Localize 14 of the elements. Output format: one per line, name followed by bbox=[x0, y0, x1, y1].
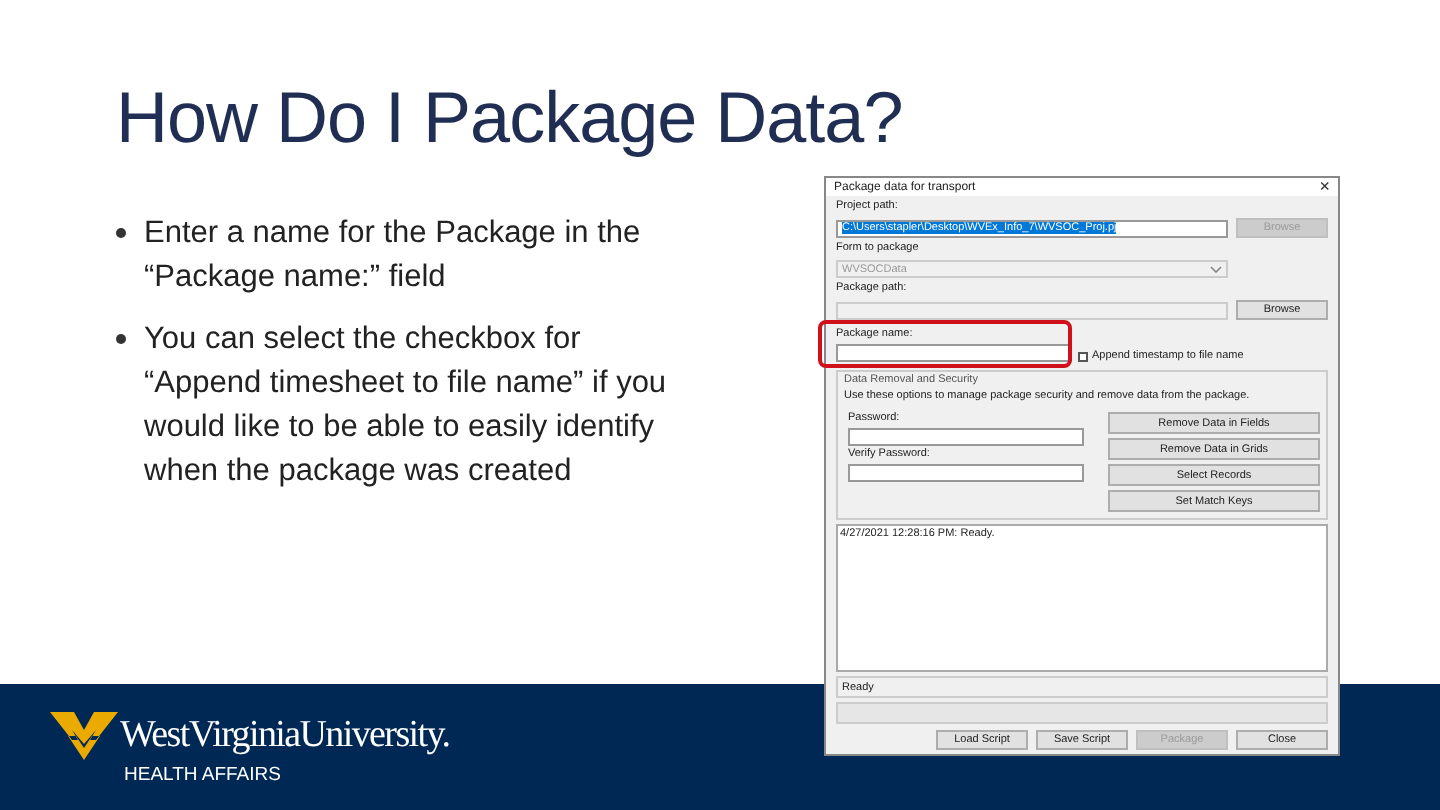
package-path-field[interactable] bbox=[836, 301, 1228, 319]
bullet-text: You can select the checkbox for “Append timesheet to file name” if you would like to be able to easily identify when the package was created bbox=[144, 320, 669, 492]
bullet-text: Enter a name for the Package in the “Package name:” field bbox=[144, 214, 643, 298]
bullet-dot bbox=[116, 228, 126, 238]
password-field[interactable] bbox=[848, 428, 1084, 446]
slide-title: How Do I Package Data? bbox=[114, 74, 905, 162]
footer-subtitle: HEALTH AFFAIRS bbox=[124, 764, 283, 786]
package-name-field[interactable] bbox=[836, 344, 1072, 362]
chevron-down-icon bbox=[1210, 265, 1222, 273]
university-wordmark: WestVirginiaUniversity. bbox=[120, 714, 450, 758]
close-button[interactable]: × bbox=[1319, 178, 1330, 196]
flying-wv-logo-icon bbox=[50, 708, 118, 764]
password-field[interactable] bbox=[848, 464, 1084, 482]
bullet-dot bbox=[116, 334, 126, 344]
